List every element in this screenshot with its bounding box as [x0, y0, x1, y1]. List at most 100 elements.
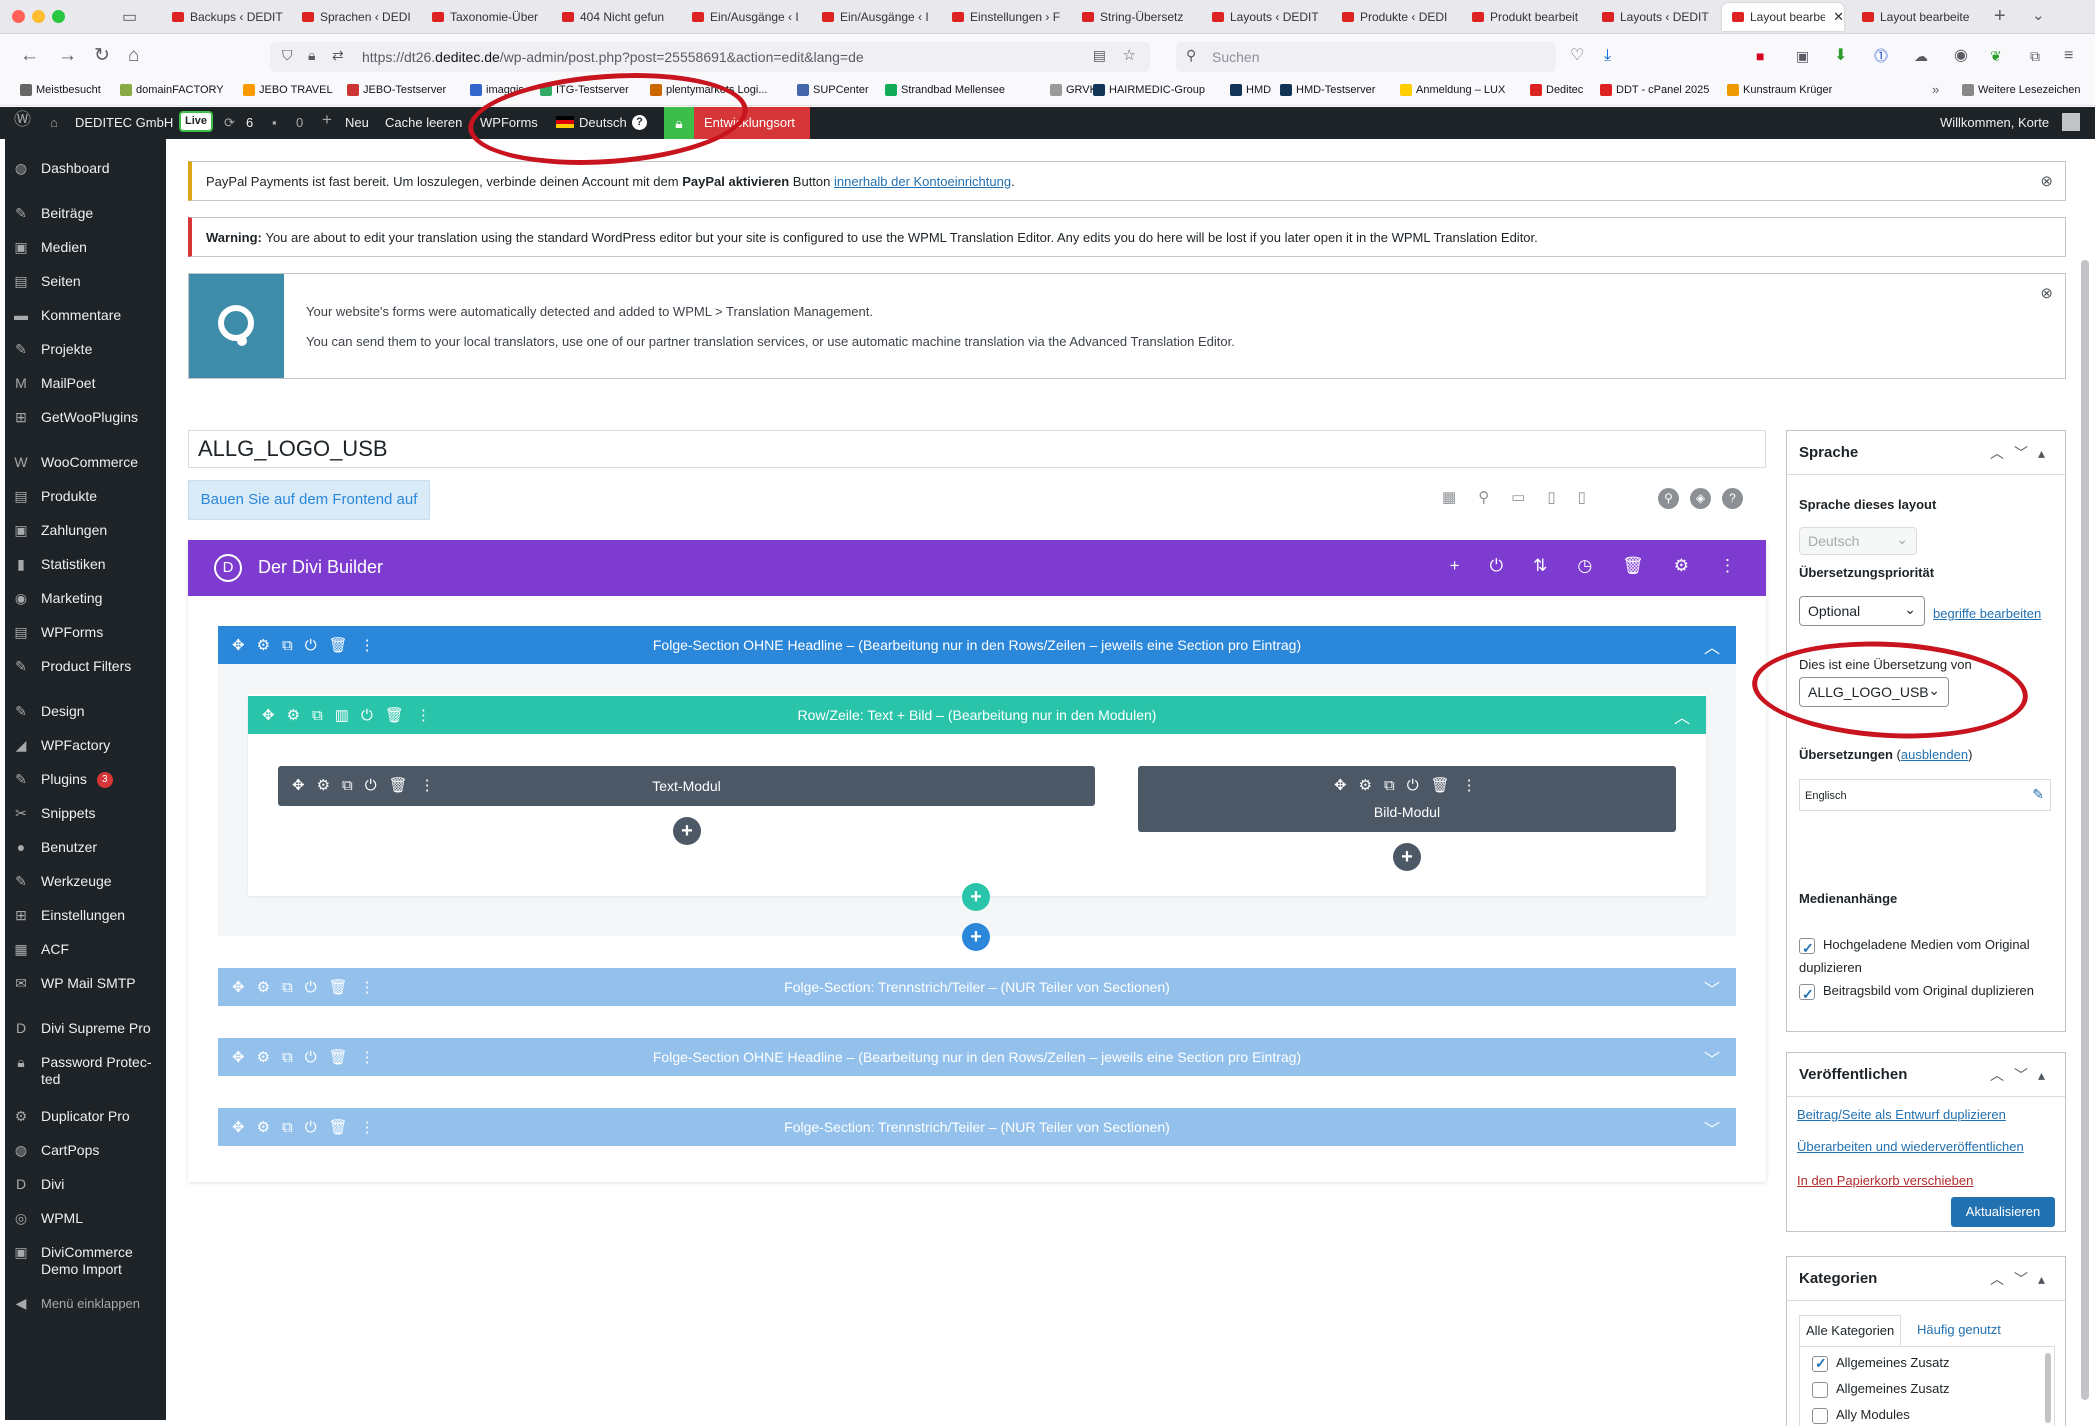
collapse-chevron-icon[interactable]: ︿ [1704, 634, 1720, 658]
move-icon[interactable]: ✥ [232, 636, 245, 654]
power-icon[interactable]: ⏻ [361, 707, 373, 724]
settings-icon[interactable]: ⚙ [257, 1118, 270, 1136]
trash-link[interactable]: In den Papierkorb verschieben [1797, 1173, 1973, 1188]
bookmark-item[interactable]: JEBO-Testserver [347, 84, 446, 96]
bookmark-item[interactable]: Weitere Lesezeichen [1962, 84, 2081, 96]
browser-tab[interactable]: Backups ‹ DEDIT [162, 3, 286, 31]
priority-edit-link[interactable]: begriffe bearbeiten [1799, 601, 2061, 627]
category-item[interactable]: Ally Modules [1812, 1407, 1910, 1424]
tab-popular-categories[interactable]: Häufig genutzt [1917, 1315, 2001, 1345]
sidebar-item-acf[interactable]: ▦ ACF [12, 941, 161, 958]
trash-icon[interactable]: 🗑︎ [329, 1048, 348, 1066]
sidebar-item-divi[interactable]: D Divi [12, 1176, 161, 1193]
updates-count[interactable]: 6 [246, 114, 253, 132]
extensions-icon[interactable]: ⧉ [2030, 44, 2040, 68]
tab-all-categories[interactable]: Alle Kategorien [1799, 1315, 1902, 1347]
new-content-link[interactable]: Neu [345, 114, 369, 132]
move-icon[interactable]: ✥ [232, 1118, 245, 1136]
bookmark-item[interactable]: GRVK [1050, 84, 1097, 96]
bookmark-item[interactable]: SUPCenter [797, 84, 869, 96]
extension-leaf-icon[interactable]: ❦ [1990, 44, 2002, 68]
category-item[interactable]: Allgemeines Zusatz [1812, 1381, 1949, 1398]
sidebar-item-wpfactory[interactable]: ◢ WPFactory [12, 737, 161, 754]
paypal-setup-link[interactable]: innerhalb der Kontoeinrichtung [834, 174, 1011, 189]
settings-icon[interactable]: ⚙ [257, 1048, 270, 1066]
power-icon[interactable]: ⏻ [1407, 777, 1419, 794]
bookmark-item[interactable]: Anmeldung – LUX [1400, 84, 1505, 96]
bookmark-item[interactable]: domainFACTORY [120, 84, 224, 96]
bookmark-item[interactable]: Kunstraum Krüger [1727, 84, 1832, 96]
site-name[interactable]: DEDITEC GmbH [75, 114, 173, 132]
expand-chevron-icon[interactable]: ﹀ [1704, 1116, 1720, 1140]
sidebar-item-marketing[interactable]: ◉ Marketing [12, 590, 161, 607]
url-bar[interactable]: ⛉ 🔒︎ ⇄ https://dt26. deditec.de/wp-admin/… [270, 42, 1150, 72]
media-option-2-checkbox[interactable] [1799, 983, 1815, 1006]
section-2-header[interactable]: Folge-Section: Trennstrich/Teiler – (NUR… [218, 968, 1736, 1006]
duplicate-icon[interactable]: ⧉ [282, 1049, 293, 1066]
wordpress-logo-icon[interactable]: Ⓦ [14, 111, 31, 129]
sidebar-item-divi-supreme-pro[interactable]: D Divi Supreme Pro [12, 1020, 161, 1037]
extension-download-icon[interactable]: ▣ [1796, 44, 1809, 68]
duplicate-icon[interactable]: ⧉ [282, 979, 293, 996]
new-tab-icon[interactable]: + [1994, 5, 2006, 28]
add-row-icon[interactable]: + [962, 883, 990, 911]
desktop-icon[interactable]: ▭ [1511, 488, 1525, 506]
move-icon[interactable]: ✥ [232, 978, 245, 996]
category-checkbox[interactable] [1812, 1407, 1828, 1424]
media-option-2[interactable]: Beitragsbild vom Original duplizieren [1799, 979, 2057, 1006]
wireframe-icon[interactable]: ▦ [1442, 488, 1456, 506]
help-icon[interactable]: ? [1722, 488, 1743, 509]
back-icon[interactable]: ← [20, 44, 39, 68]
duplicate-icon[interactable]: ⧉ [282, 1119, 293, 1136]
browser-tab[interactable]: Einstellungen › F [942, 3, 1066, 31]
power-icon[interactable]: ⏻ [305, 637, 317, 654]
browser-tab[interactable]: Ein/Ausgänge ‹ I [812, 3, 936, 31]
bookmark-item[interactable]: DDT - cPanel 2025 [1600, 84, 1709, 96]
search-icon[interactable]: ⚲ [1658, 488, 1679, 509]
updates-icon[interactable]: ⟳ [224, 114, 235, 132]
reader-view-icon[interactable]: ▤ [1093, 47, 1106, 64]
settings-icon[interactable]: ⚙ [317, 776, 330, 794]
maximize-window-icon[interactable] [52, 10, 65, 23]
trash-icon[interactable]: 🗑︎ [329, 978, 348, 996]
sidebar-item-password-protec-ted[interactable]: 🔒︎ Password Protec-ted [12, 1054, 161, 1088]
browser-tab[interactable]: String-Übersetz [1072, 3, 1196, 31]
sidebar-item-duplicator-pro[interactable]: ⚙ Duplicator Pro [12, 1108, 161, 1125]
extension-1password-icon[interactable]: ⓵ [1874, 44, 1888, 68]
category-checkbox[interactable] [1812, 1381, 1828, 1398]
lock-icon[interactable]: 🔒︎ [308, 47, 315, 64]
move-icon[interactable]: ✥ [292, 776, 305, 794]
extension-arrow-icon[interactable]: ⬇ [1834, 44, 1847, 68]
browser-tab[interactable]: Layouts ‹ DEDIT [1592, 3, 1716, 31]
comments-count[interactable]: 0 [296, 114, 303, 132]
browser-tab[interactable]: Produkte ‹ DEDI [1332, 3, 1456, 31]
more-icon[interactable]: ⋮ [416, 706, 431, 724]
scrollbar[interactable] [2045, 1353, 2051, 1423]
section-4-header[interactable]: Folge-Section: Trennstrich/Teiler – (NUR… [218, 1108, 1736, 1146]
image-module[interactable]: ✥ ⚙ ⧉ ⏻ 🗑︎ ⋮ Bild-Modul [1138, 766, 1676, 832]
settings-icon[interactable]: ⚙ [257, 978, 270, 996]
metabox-move-controls[interactable]: ︿﹀▴ [1990, 443, 2055, 463]
browser-tab[interactable]: Layout bearbeite [1852, 3, 1976, 31]
sidebar-item-getwooplugins[interactable]: ⊞ GetWooPlugins [12, 409, 161, 426]
move-icon[interactable]: ✥ [262, 706, 275, 724]
page-scrollbar[interactable] [2081, 260, 2089, 1400]
power-icon[interactable]: ⏻ [365, 777, 377, 794]
sidebar-item-wpforms[interactable]: ▤ WPForms [12, 624, 161, 641]
sidebar-item-woocommerce[interactable]: W WooCommerce [12, 454, 161, 471]
sidebar-item-projekte[interactable]: ✎ Projekte [12, 341, 161, 358]
post-title-input[interactable]: ALLG_LOGO_USB [188, 430, 1766, 468]
settings-icon[interactable]: ⚙ [1674, 556, 1689, 576]
duplicate-icon[interactable]: ⧉ [1384, 777, 1395, 794]
sidebar-item-dashboard[interactable]: ◍ Dashboard [12, 160, 161, 177]
new-plus-icon[interactable]: + [322, 111, 332, 129]
bookmark-star-icon[interactable]: ☆ [1123, 46, 1136, 64]
browser-tab[interactable]: Produkt bearbeit [1462, 3, 1586, 31]
layers-icon[interactable]: ◈ [1690, 488, 1711, 509]
home-icon[interactable]: ⌂ [128, 44, 139, 68]
browser-tab[interactable]: Layouts ‹ DEDIT [1202, 3, 1326, 31]
duplicate-draft-link[interactable]: Beitrag/Seite als Entwurf duplizieren [1797, 1107, 2006, 1122]
zoom-icon[interactable]: ⚲ [1478, 488, 1489, 506]
columns-icon[interactable]: ▥ [335, 706, 349, 724]
bookmark-item[interactable]: Deditec [1530, 84, 1583, 96]
